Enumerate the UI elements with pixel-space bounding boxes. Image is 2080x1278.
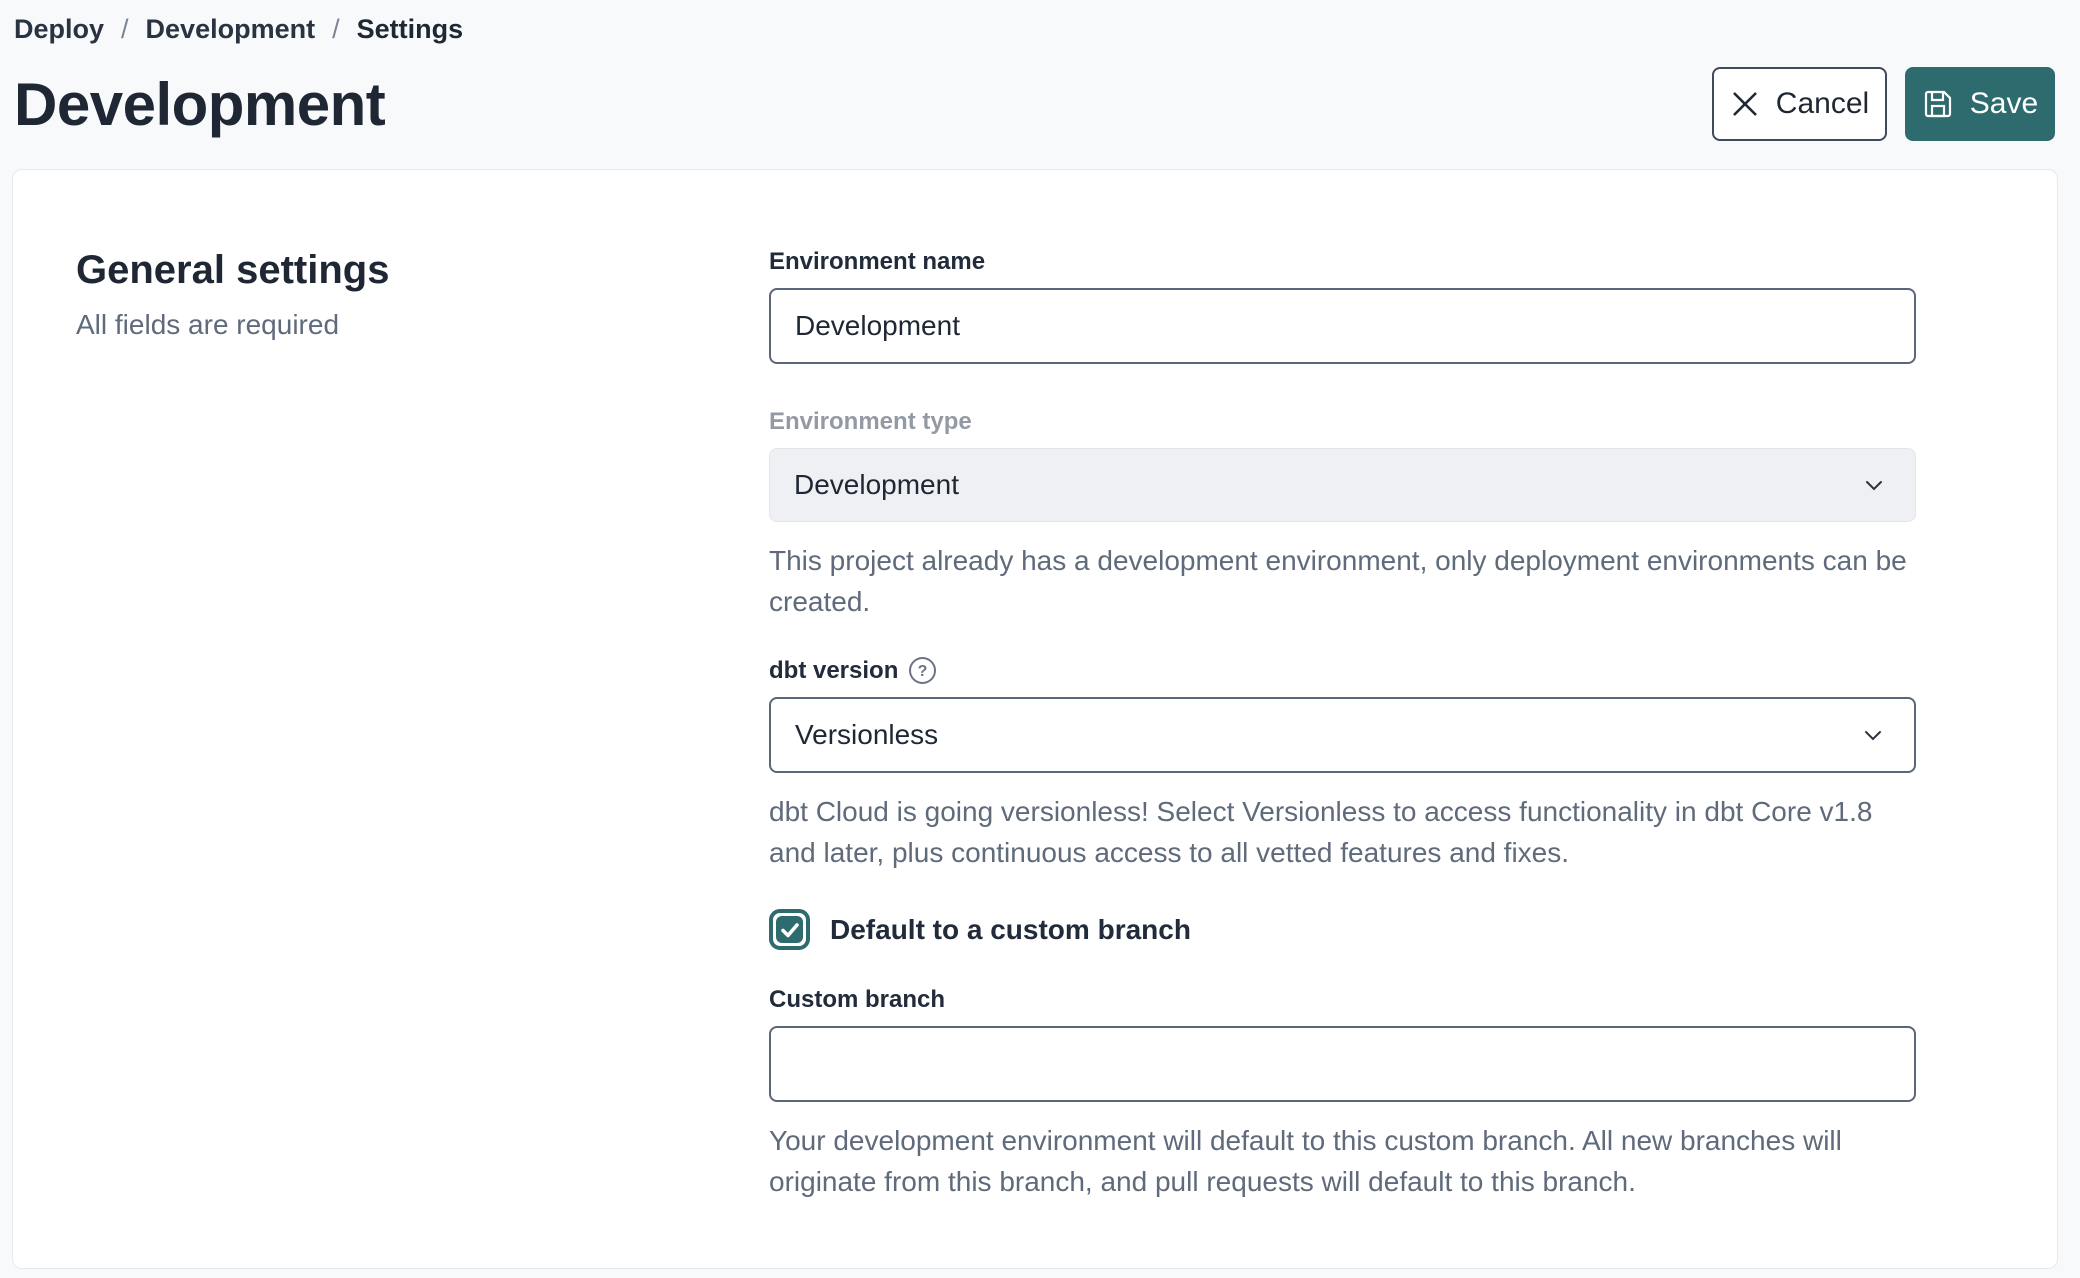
custom-branch-input[interactable] xyxy=(769,1026,1916,1102)
chevron-down-icon xyxy=(1861,472,1887,498)
breadcrumb-item-settings: Settings xyxy=(357,14,464,45)
page-title: Development xyxy=(14,70,385,139)
header-actions: Cancel Save xyxy=(1712,67,2055,141)
section-intro: General settings All fields are required xyxy=(76,248,769,1268)
breadcrumb-item-development[interactable]: Development xyxy=(146,14,316,45)
environment-type-label: Environment type xyxy=(769,408,1916,436)
checkmark-icon xyxy=(778,918,802,942)
custom-branch-label: Custom branch xyxy=(769,986,1916,1014)
dbt-version-value: Versionless xyxy=(795,719,938,751)
settings-form: Environment name Environment type Develo… xyxy=(769,248,1916,1268)
save-button-label: Save xyxy=(1970,87,2038,121)
breadcrumb-item-deploy[interactable]: Deploy xyxy=(14,14,104,45)
environment-type-help: This project already has a development e… xyxy=(769,540,1916,622)
dbt-version-select[interactable]: Versionless xyxy=(769,697,1916,773)
svg-text:?: ? xyxy=(918,663,928,680)
page-header: Deploy / Development / Settings Developm… xyxy=(0,0,2080,141)
custom-branch-checkbox[interactable] xyxy=(769,909,810,950)
chevron-down-icon xyxy=(1860,722,1886,748)
environment-type-group: Environment type Development This projec… xyxy=(769,408,1916,622)
environment-name-group: Environment name xyxy=(769,248,1916,364)
cancel-button[interactable]: Cancel xyxy=(1712,67,1887,141)
save-button[interactable]: Save xyxy=(1905,67,2055,141)
section-subheading: All fields are required xyxy=(76,309,769,341)
breadcrumb: Deploy / Development / Settings xyxy=(14,10,2055,45)
custom-branch-group: Custom branch Your development environme… xyxy=(769,986,1916,1202)
floppy-disk-icon xyxy=(1922,88,1954,120)
environment-name-input[interactable] xyxy=(769,288,1916,364)
environment-name-label: Environment name xyxy=(769,248,1916,276)
breadcrumb-separator: / xyxy=(121,14,129,45)
environment-type-value: Development xyxy=(794,469,959,501)
custom-branch-help: Your development environment will defaul… xyxy=(769,1120,1916,1202)
dbt-version-label: dbt version xyxy=(769,657,898,685)
dbt-version-help: dbt Cloud is going versionless! Select V… xyxy=(769,791,1916,873)
breadcrumb-separator: / xyxy=(332,14,340,45)
help-circle-icon[interactable]: ? xyxy=(908,656,937,685)
cancel-button-label: Cancel xyxy=(1776,87,1869,121)
general-settings-card: General settings All fields are required… xyxy=(12,169,2058,1269)
dbt-version-group: dbt version ? Versionless dbt Cloud is g… xyxy=(769,656,1916,873)
section-heading: General settings xyxy=(76,248,769,293)
close-icon xyxy=(1730,89,1760,119)
environment-type-select: Development xyxy=(769,448,1916,522)
custom-branch-toggle-row: Default to a custom branch xyxy=(769,909,1916,950)
custom-branch-toggle-label[interactable]: Default to a custom branch xyxy=(830,914,1191,946)
